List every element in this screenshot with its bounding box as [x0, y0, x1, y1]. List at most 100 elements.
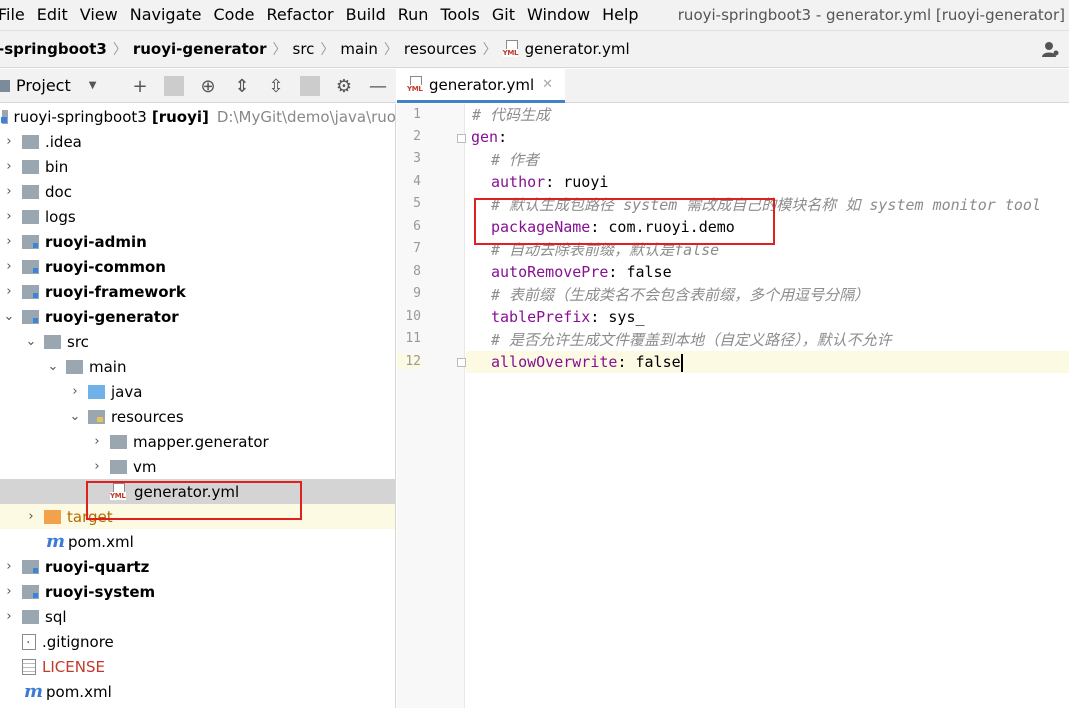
menu-view[interactable]: View — [74, 0, 124, 30]
tree-item-pom-root[interactable]: › m pom.xml — [0, 679, 395, 704]
tree-item-ruoyi-common[interactable]: › ruoyi-common — [0, 254, 395, 279]
chevron-right-icon[interactable]: › — [2, 234, 16, 249]
code-editor[interactable]: # 代码生成 gen: # 作者 author: ruoyi # 默认生成包路径… — [466, 104, 1069, 708]
maven-icon: m — [46, 531, 66, 552]
yaml-value: false — [626, 263, 672, 281]
tree-root-label: ruoyi-springboot3 — [13, 107, 147, 126]
menu-refactor[interactable]: Refactor — [260, 0, 339, 30]
chevron-right-icon[interactable]: › — [24, 509, 38, 524]
chevron-down-icon[interactable]: ▼ — [89, 80, 97, 91]
comment: # 代码生成 — [472, 106, 551, 124]
tree-item-ruoyi-generator[interactable]: ⌄ ruoyi-generator — [0, 304, 395, 329]
chevron-right-icon: 〉 — [112, 42, 127, 58]
tree-item-pom-generator[interactable]: › m pom.xml — [0, 529, 395, 554]
gear-icon[interactable]: ⚙ — [334, 76, 354, 97]
chevron-right-icon[interactable]: › — [2, 284, 16, 299]
tree-item-label: ruoyi-framework — [45, 282, 186, 301]
fold-icon[interactable] — [457, 358, 466, 367]
menu-tools[interactable]: Tools — [434, 0, 485, 30]
chevron-right-icon: 〉 — [482, 42, 497, 58]
tree-item-resources[interactable]: ⌄ resources — [0, 404, 395, 429]
window-title: ruoyi-springboot3 - generator.yml [ruoyi… — [677, 6, 1065, 24]
menu-edit[interactable]: Edit — [31, 0, 74, 30]
tree-item-doc[interactable]: › doc — [0, 179, 395, 204]
folder-icon — [110, 434, 127, 449]
tree-item-ruoyi-quartz[interactable]: › ruoyi-quartz — [0, 554, 395, 579]
project-panel-title[interactable]: Project — [16, 76, 71, 95]
line-number: 11 — [405, 331, 421, 346]
locate-icon[interactable]: ⊕ — [198, 76, 218, 97]
tree-item-logs[interactable]: › logs — [0, 204, 395, 229]
menu-git[interactable]: Git — [486, 0, 521, 30]
breadcrumb-file[interactable]: YML generator.yml — [502, 40, 630, 58]
chevron-right-icon[interactable]: › — [2, 184, 16, 199]
add-icon[interactable]: + — [130, 76, 150, 97]
line-number: 9 — [413, 286, 421, 301]
chevron-right-icon[interactable]: › — [90, 434, 104, 449]
tree-item-sql[interactable]: › sql — [0, 604, 395, 629]
breadcrumb-src[interactable]: src — [293, 40, 315, 58]
menu-file[interactable]: File — [0, 0, 31, 30]
collapse-all-icon[interactable]: ⇳ — [266, 76, 286, 97]
chevron-down-icon[interactable]: ⌄ — [24, 334, 38, 349]
chevron-right-icon[interactable]: › — [68, 384, 82, 399]
menu-navigate[interactable]: Navigate — [124, 0, 208, 30]
tree-item-mapper-generator[interactable]: › mapper.generator — [0, 429, 395, 454]
yaml-key: autoRemovePre — [491, 263, 609, 281]
tree-item-gitignore[interactable]: › .gitignore — [0, 629, 395, 654]
fold-icon[interactable] — [457, 134, 466, 143]
chevron-right-icon[interactable]: › — [2, 584, 16, 599]
tree-item-label: .idea — [45, 132, 82, 151]
chevron-down-icon[interactable]: ⌄ — [68, 409, 82, 424]
menu-help[interactable]: Help — [596, 0, 644, 30]
user-icon[interactable] — [1041, 40, 1059, 58]
chevron-down-icon[interactable]: ⌄ — [46, 359, 60, 374]
breadcrumb-module[interactable]: ruoyi-generator — [133, 40, 267, 58]
highlight-box-package-name — [474, 198, 775, 245]
tree-item-main[interactable]: ⌄ main — [0, 354, 395, 379]
chevron-down-icon[interactable]: ⌄ — [2, 309, 16, 324]
menu-window[interactable]: Window — [521, 0, 596, 30]
chevron-right-icon[interactable]: › — [90, 459, 104, 474]
line-number: 7 — [413, 241, 421, 256]
tree-item-ruoyi-system[interactable]: › ruoyi-system — [0, 579, 395, 604]
tree-item-label: ruoyi-common — [45, 257, 166, 276]
tab-generator-yml[interactable]: YML generator.yml ✕ — [397, 69, 565, 103]
menu-run[interactable]: Run — [392, 0, 435, 30]
close-icon[interactable]: ✕ — [542, 77, 553, 92]
tree-item-vm[interactable]: › vm — [0, 454, 395, 479]
maven-icon: m — [24, 681, 44, 702]
chevron-right-icon[interactable]: › — [2, 209, 16, 224]
code-line-8: autoRemovePre: false — [491, 263, 672, 281]
chevron-right-icon[interactable]: › — [2, 134, 16, 149]
tree-item-idea[interactable]: › .idea — [0, 129, 395, 154]
tree-item-src[interactable]: ⌄ src — [0, 329, 395, 354]
tree-item-label: ruoyi-admin — [45, 232, 147, 251]
menu-build[interactable]: Build — [340, 0, 392, 30]
tree-item-java[interactable]: › java — [0, 379, 395, 404]
chevron-right-icon[interactable]: › — [2, 559, 16, 574]
tree-item-label: pom.xml — [46, 682, 112, 701]
tree-item-label: java — [111, 382, 143, 401]
chevron-right-icon[interactable]: › — [2, 259, 16, 274]
resources-folder-icon — [88, 409, 105, 424]
folder-icon — [110, 459, 127, 474]
minimize-icon[interactable]: — — [368, 76, 388, 97]
breadcrumb-project[interactable]: -springboot3 — [0, 40, 107, 58]
tree-item-bin[interactable]: › bin — [0, 154, 395, 179]
folder-icon — [22, 134, 39, 149]
tree-item-label: src — [67, 332, 89, 351]
menu-code[interactable]: Code — [208, 0, 261, 30]
breadcrumb-main[interactable]: main — [340, 40, 377, 58]
module-folder-icon — [22, 559, 39, 574]
tree-item-label: .gitignore — [42, 632, 114, 651]
code-line-10: tablePrefix: sys_ — [491, 308, 645, 326]
tree-item-ruoyi-admin[interactable]: › ruoyi-admin — [0, 229, 395, 254]
chevron-right-icon[interactable]: › — [2, 159, 16, 174]
expand-all-icon[interactable]: ⇕ — [232, 76, 252, 97]
tree-item-ruoyi-framework[interactable]: › ruoyi-framework — [0, 279, 395, 304]
chevron-right-icon[interactable]: › — [2, 609, 16, 624]
tree-root[interactable]: ruoyi-springboot3 [ruoyi] D:\MyGit\demo\… — [0, 104, 395, 129]
tree-item-license[interactable]: › LICENSE — [0, 654, 395, 679]
breadcrumb-resources[interactable]: resources — [404, 40, 477, 58]
